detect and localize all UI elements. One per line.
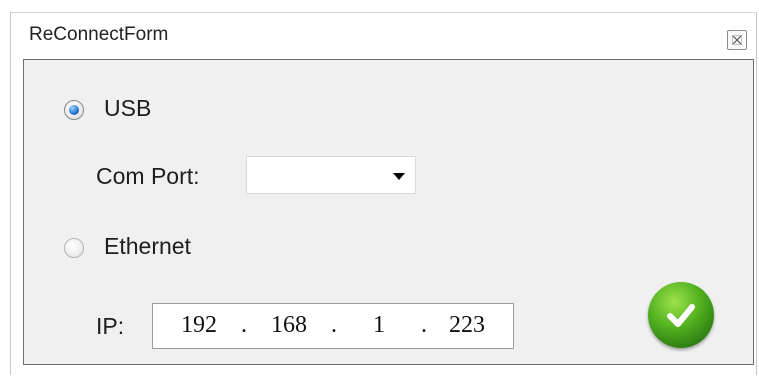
ip-separator-2: . xyxy=(331,312,337,338)
usb-label: USB xyxy=(104,95,152,121)
form-panel: USB Com Port: Ethernet IP: 192 . 168 . 1… xyxy=(23,59,754,365)
ethernet-radio[interactable] xyxy=(64,238,84,258)
close-button[interactable] xyxy=(727,30,747,50)
com-port-label: Com Port: xyxy=(96,163,200,189)
ip-separator-3: . xyxy=(421,312,427,338)
close-icon xyxy=(732,35,742,45)
ok-button[interactable] xyxy=(648,282,714,348)
radio-selected-dot xyxy=(69,105,79,115)
checkmark-icon xyxy=(667,304,695,327)
ip-octet-4[interactable]: 223 xyxy=(449,312,485,339)
ip-octet-3[interactable]: 1 xyxy=(373,312,385,339)
usb-radio[interactable] xyxy=(64,100,84,120)
ip-address-input[interactable]: 192 . 168 . 1 . 223 xyxy=(152,303,514,349)
ip-label: IP: xyxy=(96,313,125,339)
ip-separator-1: . xyxy=(241,312,247,338)
ip-octet-1[interactable]: 192 xyxy=(181,312,217,339)
title-bar: ReConnectForm xyxy=(11,13,756,57)
window-title: ReConnectForm xyxy=(29,24,169,45)
reconnect-form-window: ReConnectForm USB Com Port: Ethernet IP:… xyxy=(10,12,757,375)
ip-octet-2[interactable]: 168 xyxy=(271,312,307,339)
ethernet-label: Ethernet xyxy=(104,233,191,259)
dropdown-arrow-icon xyxy=(393,173,405,180)
com-port-dropdown[interactable] xyxy=(246,156,416,194)
